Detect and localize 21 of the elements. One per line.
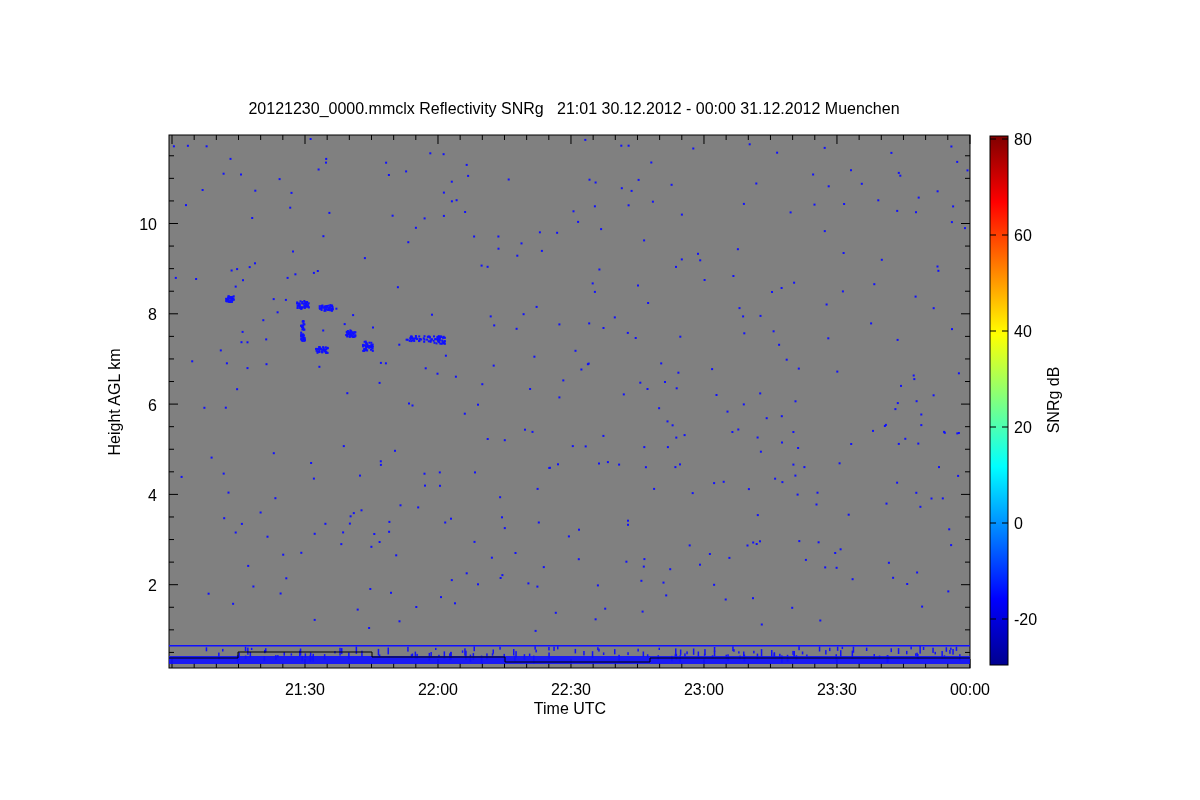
y-tick-label: 10 [139,216,157,233]
x-tick-label: 00:00 [950,681,990,698]
y-tick-label: 2 [148,577,157,595]
x-tick-label: 22:00 [418,681,458,698]
y-tick-label: 8 [148,306,157,324]
colorbar-label: SNRg dB [1045,366,1062,434]
colorbar-tick-label: -20 [1014,611,1038,628]
colorbar-tick-label: 0 [1014,515,1023,532]
colorbar-tick-label: 20 [1014,419,1032,436]
chart-title: 20121230_0000.mmclx Reflectivity SNRg 21:01 30.12.2012 - 00:00 31.12.2012 Muenchen [248,100,900,117]
colorbar-tick-label: 40 [1014,323,1032,340]
y-tick-label: 4 [148,486,157,504]
x-tick-label: 23:00 [684,681,724,698]
y-axis-label: Height AGL km [106,348,123,456]
x-tick-label: 23:30 [817,681,857,698]
x-tick-label: 21:30 [285,681,325,698]
x-tick-label: 22:30 [551,681,591,698]
y-tick-label: 6 [148,396,157,414]
x-axis-label: Time UTC [533,700,607,717]
colorbar-tick-label: 80 [1014,131,1032,148]
colorbar-tick-label: 60 [1014,227,1032,244]
